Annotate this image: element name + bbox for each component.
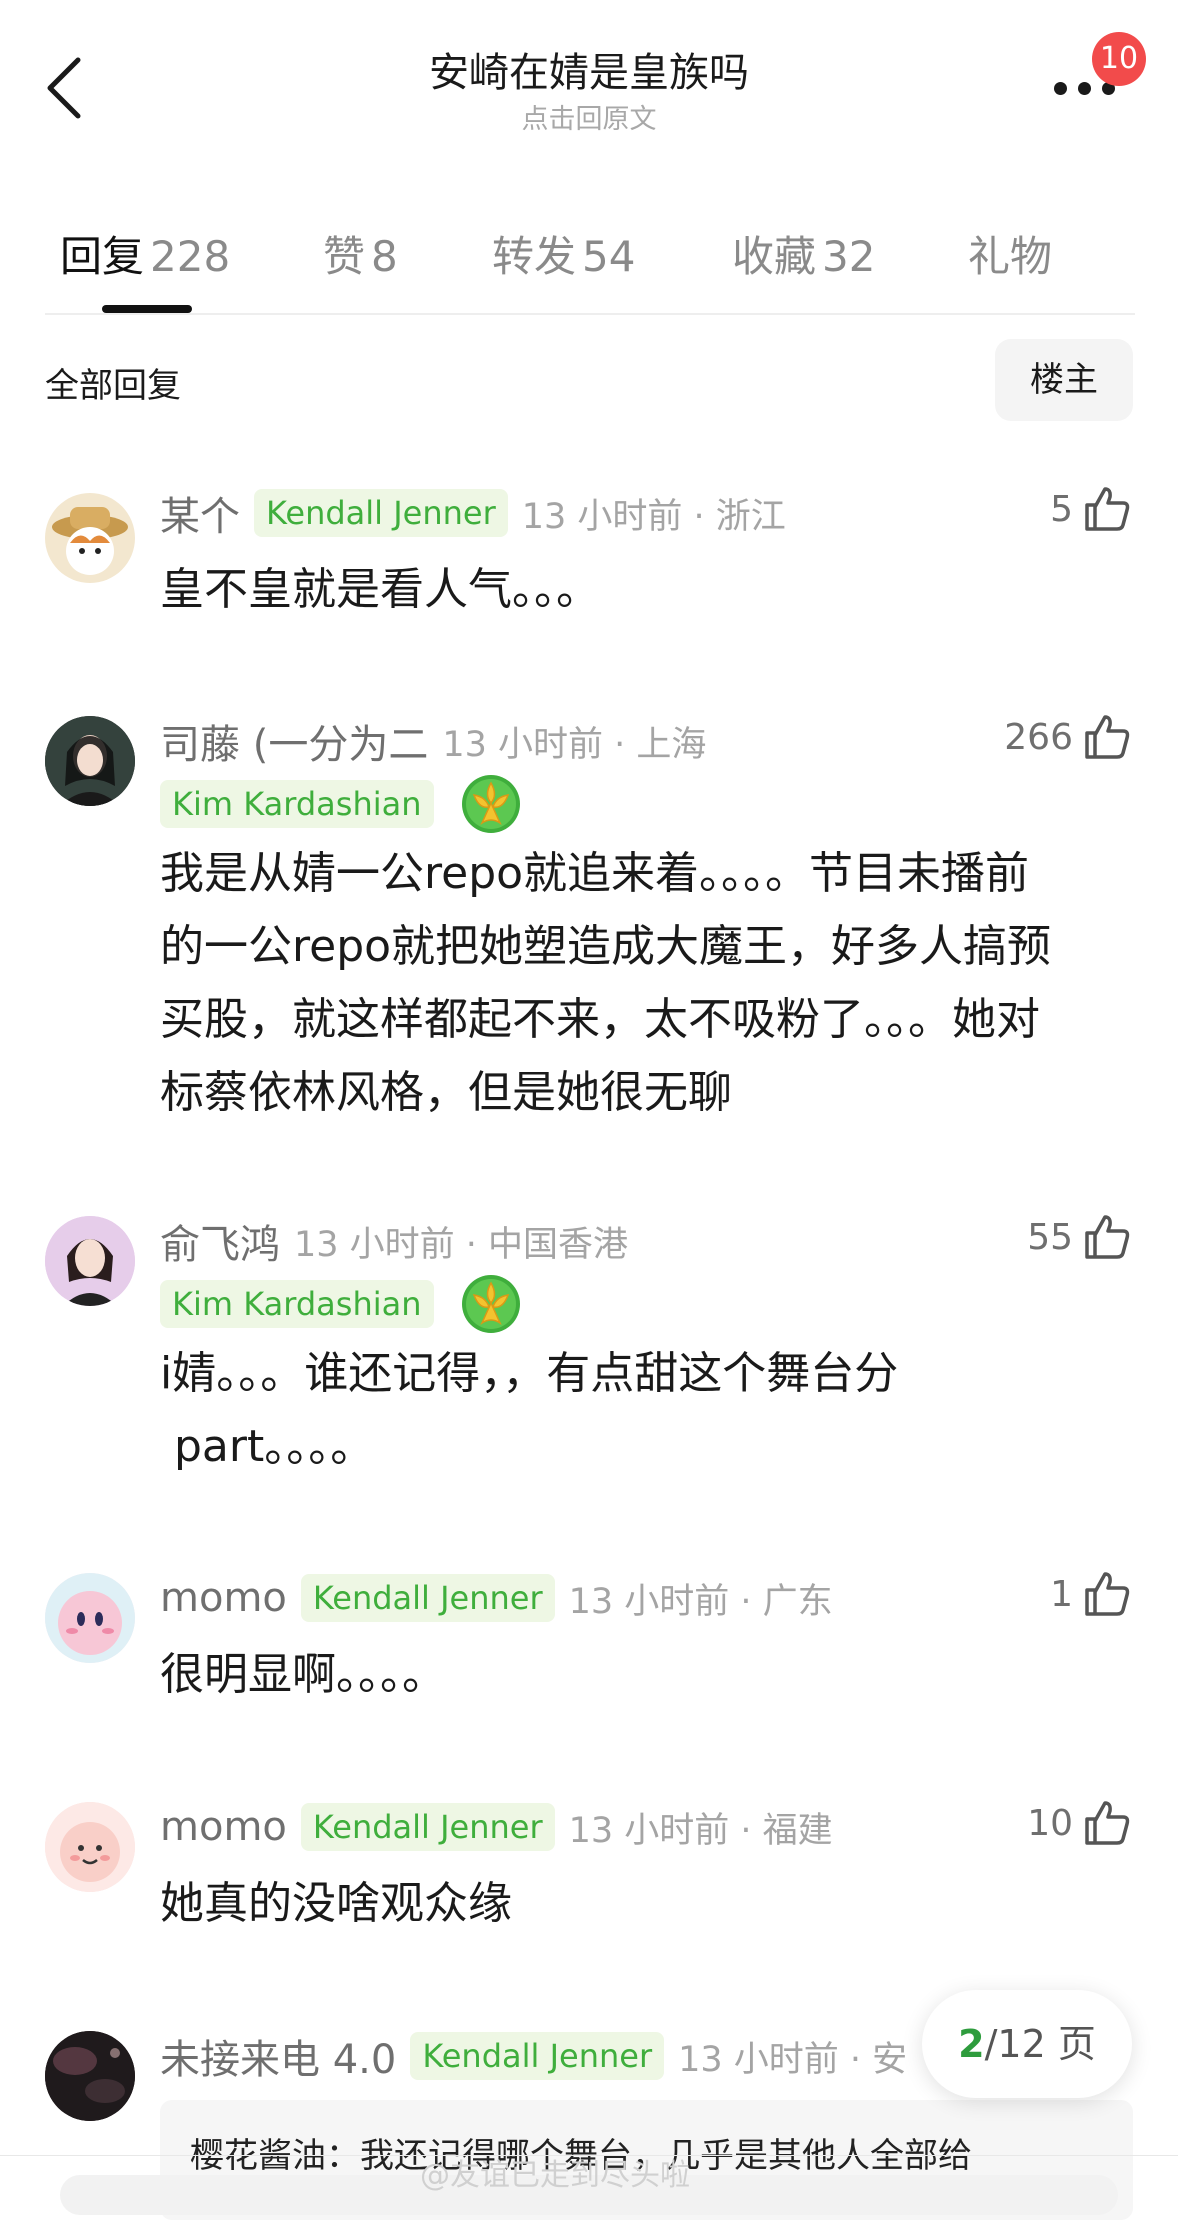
- timestamp: 13 小时前 · 福建: [568, 1810, 833, 1851]
- current-page: 2: [958, 2022, 985, 2066]
- more-icon: [1054, 82, 1067, 95]
- comment-meta: 司藤 (一分为二 13 小时前 · 上海: [160, 713, 706, 769]
- like-count: 10: [1027, 1802, 1073, 1844]
- tab-label: 礼物: [968, 232, 1053, 281]
- username[interactable]: 司藤 (一分为二: [160, 712, 428, 770]
- page-indicator[interactable]: 2/12 页: [922, 1990, 1132, 2098]
- avatar[interactable]: [45, 2031, 135, 2121]
- comment-meta: 俞飞鸿 13 小时前 · 中国香港: [160, 1213, 628, 1269]
- tab-bar: 回复 228 赞8 转发 54 收藏 32 礼物: [0, 215, 1178, 315]
- comment-text: i婧。。。谁还记得，，有点甜这个舞台分 part。。。。: [160, 1348, 899, 1472]
- fan-tag[interactable]: Kim Kardashian: [160, 780, 434, 828]
- like-button[interactable]: 10: [1027, 1793, 1133, 1853]
- avatar[interactable]: [45, 1802, 135, 1892]
- comment-meta: momo Kendall Jenner 13 小时前 · 广东: [160, 1570, 833, 1626]
- avatar[interactable]: [45, 716, 135, 806]
- like-count: 1: [1050, 1573, 1073, 1615]
- username[interactable]: momo: [160, 1575, 287, 1621]
- comment-text: 她真的没啥观众缘: [160, 1878, 512, 1929]
- tab-label: 收藏: [732, 232, 817, 281]
- tab-label: 赞: [323, 232, 366, 281]
- top-bar: 安崎在婧是皇族吗 点击回原文 10: [0, 0, 1178, 150]
- tab-label: 转发: [492, 232, 577, 281]
- like-button[interactable]: 266: [1004, 707, 1133, 767]
- comment-meta: 未接来电 4.0 Kendall Jenner 13 小时前 · 安: [160, 2028, 907, 2084]
- timestamp: 13 小时前 · 中国香港: [294, 1224, 629, 1265]
- timestamp: 13 小时前 · 安: [678, 2039, 908, 2080]
- notification-badge: 10: [1092, 32, 1146, 86]
- tab-label: 回复: [60, 232, 145, 281]
- comment-meta: 某个 Kendall Jenner 13 小时前 · 浙江: [160, 485, 786, 541]
- kirby-avatar-icon: [45, 1573, 135, 1663]
- fan-tag[interactable]: Kendall Jenner: [410, 2032, 665, 2080]
- owner-only-button[interactable]: 楼主: [995, 339, 1133, 421]
- like-button[interactable]: 5: [1050, 479, 1133, 539]
- tab-count: 32: [822, 232, 876, 281]
- comment-text: 很明显啊。。。。: [160, 1649, 446, 1700]
- cat-avatar-icon: [52, 507, 128, 575]
- tag-row: Kim Kardashian: [160, 773, 522, 835]
- like-count: 55: [1027, 1216, 1073, 1258]
- timestamp: 13 小时前 · 上海: [442, 724, 707, 765]
- comment-meta: momo Kendall Jenner 13 小时前 · 福建: [160, 1799, 833, 1855]
- tab-count: 8: [371, 232, 398, 281]
- username[interactable]: momo: [160, 1804, 287, 1850]
- medal-icon[interactable]: [460, 1273, 522, 1335]
- tab-count: 54: [582, 232, 636, 281]
- fan-tag[interactable]: Kendall Jenner: [254, 489, 508, 537]
- username[interactable]: 某个: [160, 484, 240, 542]
- like-button[interactable]: 1: [1050, 1564, 1133, 1624]
- username[interactable]: 俞飞鸿: [160, 1212, 280, 1270]
- fan-tag[interactable]: Kendall Jenner: [300, 1574, 555, 1622]
- like-button[interactable]: 55: [1027, 1207, 1133, 1267]
- avatar[interactable]: [45, 1216, 135, 1306]
- timestamp: 13 小时前 · 浙江: [521, 496, 786, 537]
- tab-favorites[interactable]: 收藏 32: [732, 223, 875, 284]
- more-icon-dot: [1078, 82, 1091, 95]
- back-to-original-link[interactable]: 点击回原文: [0, 97, 1178, 136]
- divider: [45, 313, 1135, 315]
- page-title: 安崎在婧是皇族吗: [429, 50, 749, 96]
- user-photo-icon: [45, 716, 135, 806]
- thumbs-up-icon: [1085, 1572, 1130, 1616]
- medal-icon[interactable]: [460, 773, 522, 835]
- thumbs-up-icon: [1085, 487, 1130, 531]
- active-tab-indicator: [102, 305, 192, 313]
- night-photo-avatar-icon: [45, 2031, 135, 2121]
- thumbs-up-icon: [1085, 1801, 1130, 1845]
- tab-count: 228: [150, 232, 231, 281]
- fan-tag[interactable]: Kim Kardashian: [160, 1280, 434, 1328]
- tab-reposts[interactable]: 转发 54: [492, 223, 635, 284]
- username[interactable]: 未接来电 4.0: [160, 2027, 396, 2085]
- fan-tag[interactable]: Kendall Jenner: [300, 1803, 555, 1851]
- user-photo-icon: [45, 1216, 135, 1306]
- comment-text: 皇不皇就是看人气。。。: [160, 564, 600, 615]
- total-pages: /12 页: [984, 2022, 1096, 2066]
- comment-text: 我是从婧一公repo就追来着。。。。节目未播前 的一公repo就把她塑造成大魔王…: [160, 848, 1052, 1118]
- like-count: 5: [1050, 488, 1073, 530]
- tab-likes[interactable]: 赞8: [323, 223, 398, 284]
- avatar[interactable]: [45, 1573, 135, 1663]
- tag-row: Kim Kardashian: [160, 1273, 522, 1335]
- avatar[interactable]: [45, 493, 135, 583]
- all-replies-filter[interactable]: 全部回复: [45, 358, 181, 407]
- tab-replies[interactable]: 回复 228: [60, 223, 230, 284]
- tab-gifts[interactable]: 礼物: [968, 223, 1058, 284]
- timestamp: 13 小时前 · 广东: [568, 1581, 833, 1622]
- thumbs-up-icon: [1085, 1215, 1130, 1259]
- cartoon-avatar-icon: [45, 1802, 135, 1892]
- watermark: @友谊已走到尽头啦: [420, 2158, 690, 2193]
- like-count: 266: [1004, 716, 1073, 758]
- thumbs-up-icon: [1085, 715, 1130, 759]
